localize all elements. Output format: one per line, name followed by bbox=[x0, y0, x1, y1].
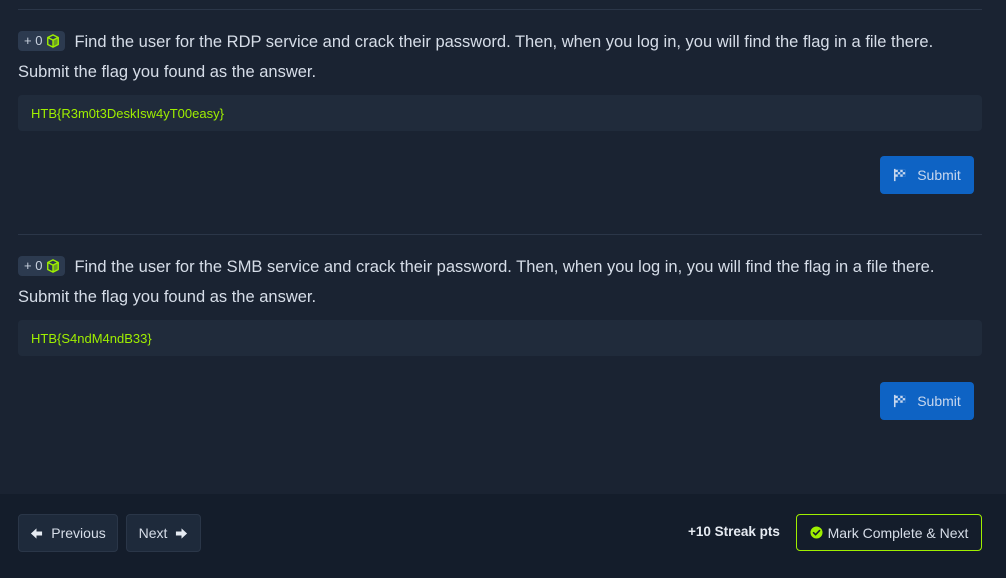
points-badge-label: + 0 bbox=[24, 33, 43, 48]
submit-button[interactable]: Submit bbox=[880, 382, 974, 420]
question-1: + 0 Find the user for the RDP service an… bbox=[18, 27, 982, 131]
question-text: Find the user for the SMB service and cr… bbox=[18, 258, 935, 306]
cube-icon bbox=[47, 34, 60, 48]
points-badge: + 0 bbox=[18, 256, 66, 276]
arrow-right-icon bbox=[176, 527, 188, 539]
submit-button[interactable]: Submit bbox=[880, 156, 974, 194]
page: + 0 Find the user for the RDP service an… bbox=[0, 0, 1006, 578]
previous-button[interactable]: Previous bbox=[18, 514, 118, 552]
mark-complete-button[interactable]: Mark Complete & Next bbox=[796, 514, 982, 551]
question-2: + 0 Find the user for the SMB service an… bbox=[18, 252, 982, 356]
footer-nav: Previous Next +10 Streak pts Mark Comple… bbox=[0, 494, 1006, 578]
divider bbox=[18, 9, 982, 10]
cube-icon bbox=[47, 259, 60, 273]
answer-field[interactable]: HTB{R3m0t3DeskIsw4yT00easy} bbox=[18, 95, 982, 131]
submit-label: Submit bbox=[917, 393, 961, 409]
question-text-row: + 0 Find the user for the RDP service an… bbox=[18, 27, 982, 87]
question-text-row: + 0 Find the user for the SMB service an… bbox=[18, 252, 982, 312]
next-label: Next bbox=[138, 525, 168, 541]
points-badge: + 0 bbox=[18, 31, 66, 51]
flag-icon bbox=[894, 168, 906, 182]
answer-field[interactable]: HTB{S4ndM4ndB33} bbox=[18, 320, 982, 356]
answer-value: HTB{S4ndM4ndB33} bbox=[31, 330, 152, 346]
questions-section: + 0 Find the user for the RDP service an… bbox=[0, 0, 1006, 464]
flag-icon bbox=[894, 394, 906, 408]
streak-points: +10 Streak pts bbox=[688, 524, 780, 539]
previous-label: Previous bbox=[51, 525, 106, 541]
question-text: Find the user for the RDP service and cr… bbox=[18, 33, 934, 81]
points-badge-label: + 0 bbox=[24, 258, 43, 273]
check-circle-icon bbox=[810, 526, 823, 539]
arrow-left-icon bbox=[31, 527, 43, 539]
answer-value: HTB{R3m0t3DeskIsw4yT00easy} bbox=[31, 105, 224, 121]
divider bbox=[18, 234, 982, 235]
next-button[interactable]: Next bbox=[126, 514, 201, 552]
submit-label: Submit bbox=[917, 167, 961, 183]
mark-complete-label: Mark Complete & Next bbox=[827, 524, 969, 541]
